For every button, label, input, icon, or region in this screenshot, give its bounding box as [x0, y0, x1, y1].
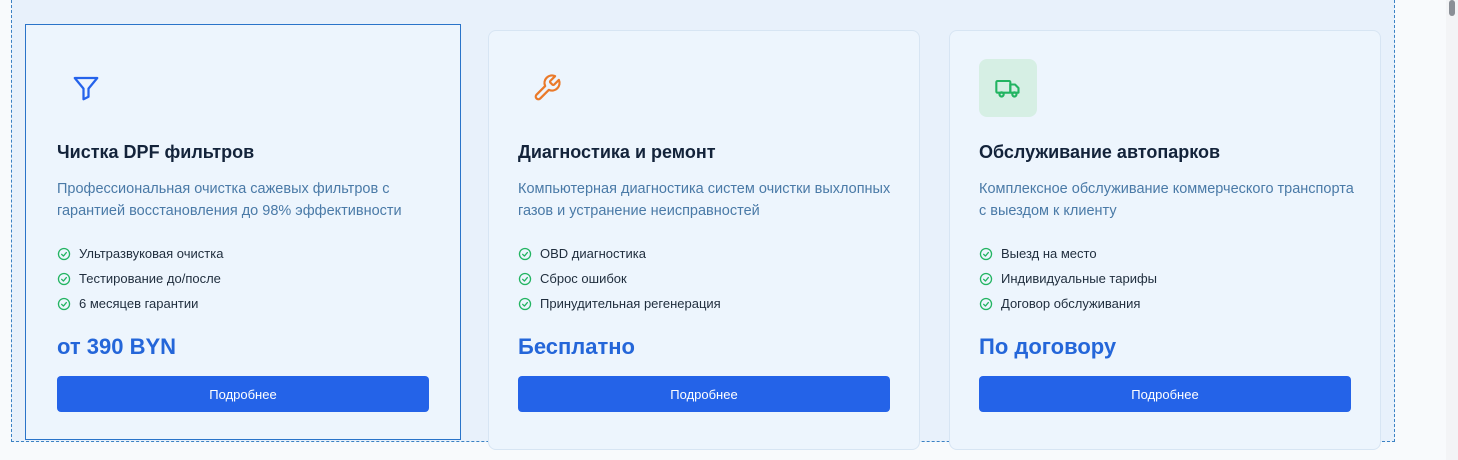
feature-item: Договор обслуживания	[979, 291, 1157, 316]
feature-item: 6 месяцев гарантии	[57, 291, 223, 316]
feature-label: Индивидуальные тарифы	[1001, 271, 1157, 286]
feature-list: Выезд на место Индивидуальные тарифы Дог…	[979, 241, 1157, 316]
feature-item: Сброс ошибок	[518, 266, 721, 291]
card-title: Чистка DPF фильтров	[57, 142, 255, 162]
scrollbar[interactable]	[1446, 0, 1458, 460]
feature-list: OBD диагностика Сброс ошибок Принудитель…	[518, 241, 721, 316]
check-circle-icon	[518, 272, 532, 285]
price: По договору	[979, 334, 1117, 359]
details-button[interactable]: Подробнее	[979, 376, 1351, 412]
feature-label: Сброс ошибок	[540, 271, 627, 286]
price: Бесплатно	[518, 334, 635, 359]
check-circle-icon	[979, 247, 993, 260]
service-card-dpf: Чистка DPF фильтров Профессиональная очи…	[25, 24, 461, 440]
card-description: Комплексное обслуживание коммерческого т…	[979, 181, 1354, 219]
scrollbar-thumb[interactable]	[1449, 0, 1455, 16]
feature-label: Принудительная регенерация	[540, 296, 721, 311]
card-title: Обслуживание автопарков	[979, 142, 1221, 162]
feature-label: Ультразвуковая очистка	[79, 246, 224, 261]
feature-item: Тестирование до/после	[57, 266, 223, 291]
funnel-icon	[57, 59, 115, 117]
feature-item: Индивидуальные тарифы	[979, 266, 1157, 291]
check-circle-icon	[518, 297, 532, 310]
check-circle-icon	[518, 247, 532, 260]
feature-label: OBD диагностика	[540, 246, 646, 261]
feature-item: Ультразвуковая очистка	[57, 241, 223, 266]
card-title: Диагностика и ремонт	[518, 142, 716, 162]
feature-item: Принудительная регенерация	[518, 291, 721, 316]
card-description: Профессиональная очистка сажевых фильтро…	[57, 181, 402, 219]
check-circle-icon	[57, 247, 71, 260]
feature-label: 6 месяцев гарантии	[79, 296, 199, 311]
details-button[interactable]: Подробнее	[57, 376, 429, 412]
services-section: Чистка DPF фильтров Профессиональная очи…	[11, 0, 1395, 450]
feature-label: Договор обслуживания	[1001, 296, 1141, 311]
feature-label: Выезд на место	[1001, 246, 1097, 261]
service-card-fleet: Обслуживание автопарков Комплексное обсл…	[949, 30, 1381, 450]
details-button[interactable]: Подробнее	[518, 376, 890, 412]
check-circle-icon	[57, 297, 71, 310]
feature-item: OBD диагностика	[518, 241, 721, 266]
check-circle-icon	[57, 272, 71, 285]
card-description: Компьютерная диагностика систем очистки …	[518, 181, 891, 219]
service-card-diagnostics: Диагностика и ремонт Компьютерная диагно…	[488, 30, 920, 450]
check-circle-icon	[979, 272, 993, 285]
check-circle-icon	[979, 297, 993, 310]
feature-item: Выезд на место	[979, 241, 1157, 266]
wrench-icon	[518, 59, 576, 117]
price: от 390 BYN	[57, 334, 177, 359]
feature-list: Ультразвуковая очистка Тестирование до/п…	[57, 241, 223, 316]
truck-icon	[979, 59, 1037, 117]
feature-label: Тестирование до/после	[79, 271, 221, 286]
